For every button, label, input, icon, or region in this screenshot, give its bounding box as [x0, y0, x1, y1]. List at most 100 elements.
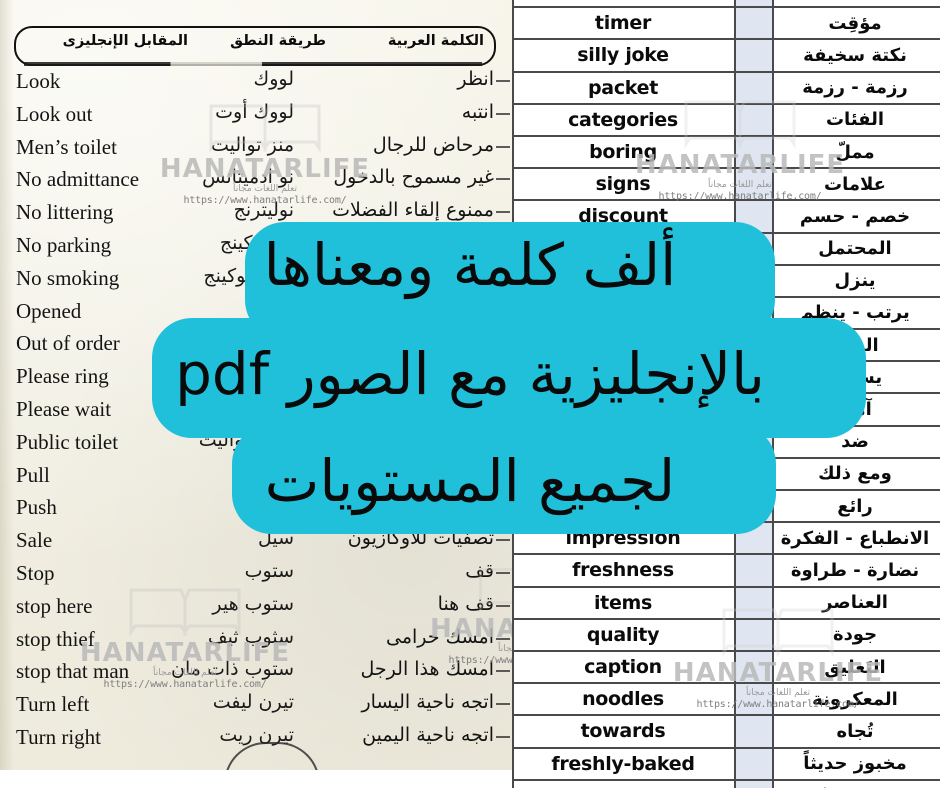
- right-cell-arabic: [770, 0, 940, 6]
- table-row: mention يشير - يذكِر: [512, 780, 940, 788]
- table-row: Look لووك انظر: [0, 66, 512, 99]
- left-cell-english: Look: [16, 69, 61, 93]
- right-cell-english: timer: [594, 12, 652, 35]
- right-cell-spacer: [734, 169, 774, 200]
- left-cell-english: No littering: [16, 200, 114, 225]
- overlay-title-line-2: بالإنجليزية مع الصور pdf: [175, 340, 765, 408]
- right-cell-spacer: [734, 40, 774, 71]
- overlay-title-line-3: لجميع المستويات: [264, 447, 676, 515]
- margin-dash-mark: [496, 178, 510, 181]
- left-cell-arabic: قف هنا: [437, 592, 494, 615]
- left-cell-english: No admittance: [16, 167, 140, 192]
- right-cell-arabic: مخبوز حديثاً: [803, 753, 907, 775]
- table-row: packet رزمة - رزمة: [512, 72, 940, 105]
- right-cell-spacer: [734, 0, 774, 7]
- right-cell-arabic: التَعليق: [824, 656, 886, 678]
- right-cell-english: items: [593, 591, 653, 614]
- right-cell-spacer: [734, 748, 774, 779]
- right-cell-arabic: علامات: [824, 173, 886, 195]
- left-cell-english: stop that man: [16, 659, 130, 684]
- left-header-english: المقابل الإنجليزى: [62, 33, 189, 49]
- left-cell-english: Turn left: [16, 692, 90, 717]
- margin-dash-mark: [496, 539, 510, 542]
- table-row: items العناصر: [512, 587, 940, 620]
- right-cell-english: towards: [580, 720, 666, 743]
- table-row: towards تُجاه: [512, 716, 940, 749]
- table-row: Turn left تيرن ليفت اتجه ناحية اليسار: [0, 689, 512, 722]
- left-cell-english: Sale: [16, 528, 53, 553]
- left-cell-pronunciation: لووك: [253, 68, 294, 90]
- right-cell-arabic: تُجاه: [836, 720, 874, 742]
- margin-dash-mark: [496, 735, 510, 738]
- table-row: categories الفئات: [512, 104, 940, 137]
- right-cell-arabic: الفئات: [825, 109, 885, 131]
- table-row: noodles المعكرونة: [512, 684, 940, 717]
- right-cell-spacer: [734, 780, 774, 788]
- left-cell-arabic: انظر: [457, 68, 494, 90]
- margin-dash-mark: [496, 80, 510, 82]
- left-cell-arabic: اتجه ناحية اليسار: [361, 691, 494, 714]
- right-cell-arabic: المعكرونة: [812, 688, 898, 710]
- left-cell-pronunciation: نو ادميتانس: [202, 166, 294, 189]
- overlay-title-line-1: ألف كلمة ومعناها: [263, 231, 677, 299]
- right-cell-english: caption: [584, 656, 662, 679]
- table-row: Stop ستوب قف: [0, 558, 512, 591]
- left-cell-english: Men’s toilet: [16, 134, 117, 159]
- right-cell-english: mention: [512, 781, 734, 788]
- margin-dash-mark: [496, 145, 510, 148]
- left-cell-arabic: اتجه ناحية اليمين: [362, 723, 494, 746]
- right-cell-arabic: نكتة سخيفة: [803, 44, 907, 66]
- table-row: freshly-baked مخبوز حديثاً: [512, 748, 940, 781]
- left-header-pronunciation: طريقة النطق: [230, 33, 326, 49]
- left-cell-pronunciation: منز تواليت: [211, 133, 294, 156]
- table-row: stop here ستوب هير قف هنا: [0, 591, 512, 624]
- right-cell-arabic: الانطباع - الفكرة: [780, 527, 930, 549]
- table-row: caption التَعليق: [512, 651, 940, 685]
- margin-dash-mark: [496, 571, 510, 574]
- left-cell-english: Opened: [16, 298, 82, 323]
- margin-dash-mark: [496, 604, 510, 607]
- left-cell-pronunciation: تيرن ليفت: [212, 691, 294, 714]
- margin-dash-mark: [496, 703, 510, 706]
- right-cell-spacer: [734, 619, 774, 650]
- left-cell-pronunciation: نوليترنج: [233, 199, 294, 222]
- left-cell-arabic: مرحاض للرجال: [372, 133, 494, 156]
- table-row: No admittance نو ادميتانس غير مسموح بالدخو…: [0, 164, 512, 197]
- right-cell-english: signs: [595, 173, 651, 196]
- right-cell-english: [512, 0, 734, 6]
- right-cell-arabic: نضارة - طراوة: [790, 559, 920, 581]
- left-cell-arabic: قف: [465, 559, 494, 582]
- margin-dash-mark: [496, 112, 510, 115]
- left-cell-english: Stop: [16, 560, 55, 585]
- right-cell-english: quality: [586, 623, 660, 646]
- right-cell-arabic: جودة: [832, 624, 878, 646]
- left-cell-arabic: ممنوع إلقاء الفضلات: [332, 199, 494, 222]
- right-cell-arabic: خصم - حسم: [799, 205, 911, 227]
- table-row: freshness نضارة - طراوة: [512, 555, 940, 588]
- left-cell-pronunciation: لووك أوت: [215, 100, 294, 123]
- left-header-arabic: الكلمة العربية: [387, 33, 484, 49]
- left-cell-english: stop thief: [16, 626, 95, 651]
- left-cell-pronunciation: ستوب هير: [212, 592, 294, 615]
- right-cell-arabic: رزمة - رزمة: [802, 77, 908, 99]
- right-cell-spacer: [734, 555, 774, 586]
- right-cell-spacer: [734, 587, 774, 618]
- right-cell-spacer: [734, 684, 774, 715]
- table-row: boring مملّ: [512, 136, 940, 170]
- right-cell-spacer: [734, 651, 774, 683]
- left-cell-english: stop here: [16, 593, 93, 618]
- left-table-header: الكلمة العربية طريقة النطق المقابل الإنج…: [14, 26, 496, 66]
- right-cell-english: noodles: [582, 688, 664, 711]
- right-cell-arabic: العناصر: [822, 592, 888, 614]
- table-row: Look out لووك أوت انتبه: [0, 99, 512, 132]
- table-row: Men’s toilet منز تواليت مرحاض للرجال: [0, 132, 512, 165]
- table-row: signs علامات: [512, 169, 940, 202]
- left-cell-english: Look out: [16, 101, 93, 126]
- table-row: stop that man ستوب ذات مان امسك هذا الرجل: [0, 656, 512, 689]
- right-cell-english: freshly-baked: [551, 752, 695, 775]
- table-row: stop thief سثوب ثيف امسك حرامى: [0, 624, 512, 657]
- table-row: quality جودة: [512, 619, 940, 652]
- right-cell-arabic: يشير - يذكِر: [770, 781, 940, 788]
- left-cell-pronunciation: ستوب ذات مان: [171, 658, 294, 681]
- left-cell-pronunciation: ستوب: [244, 559, 294, 582]
